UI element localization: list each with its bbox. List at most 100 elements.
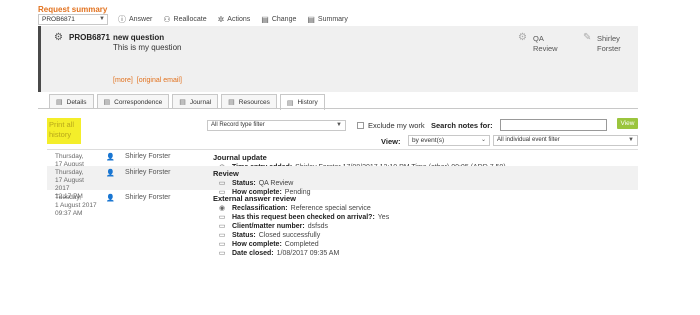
history-row: Tuesday, 1 August 2017 09:37 AM 👤 Shirley … bbox=[47, 191, 638, 315]
history-detail: ▭ How complete: Completed bbox=[217, 241, 319, 249]
field-icon: ▭ bbox=[218, 241, 226, 248]
view-label: View: bbox=[381, 137, 401, 146]
list-icon: ▤ bbox=[103, 99, 111, 106]
tab-label: Correspondence bbox=[114, 98, 163, 106]
exclude-my-work[interactable]: Exclude my work bbox=[357, 121, 425, 130]
view-button[interactable]: View bbox=[617, 118, 638, 129]
request-select-value: PROB6871 bbox=[42, 16, 75, 23]
toolbar-label: Change bbox=[271, 16, 297, 23]
history-detail-label: Reclassification: bbox=[232, 205, 288, 212]
actions-button[interactable]: ✲ Actions bbox=[217, 14, 251, 24]
field-icon: ▭ bbox=[218, 214, 226, 221]
request-assignee: Shirley Forster bbox=[597, 34, 621, 53]
history-detail-value: QA Review bbox=[258, 180, 294, 187]
location-icon: ◉ bbox=[218, 205, 226, 212]
history-detail-label: Client/matter number: bbox=[232, 223, 305, 230]
field-icon: ▭ bbox=[218, 232, 226, 239]
user-icon: 👤 bbox=[106, 195, 115, 202]
tab-label: History bbox=[297, 99, 318, 106]
history-detail-value: Yes bbox=[377, 214, 390, 221]
original-email-link[interactable]: [original email] bbox=[137, 77, 182, 84]
summary-icon: ▤ bbox=[307, 14, 315, 24]
history-detail-label: Status: bbox=[232, 232, 256, 239]
answer-button[interactable]: ⓘ Answer bbox=[118, 14, 153, 24]
reallocate-icon: ⚇ bbox=[163, 14, 171, 24]
history-row: Thursday, 17 August 2017 12:17 PM 👤 Shirle… bbox=[47, 166, 638, 200]
history-event-title: Journal update bbox=[213, 153, 267, 162]
search-notes-input[interactable] bbox=[500, 119, 607, 131]
history-detail-value: 1/08/2017 09:35 AM bbox=[276, 250, 340, 257]
request-title: new question bbox=[113, 33, 165, 42]
history-row: Thursday, 17 August 2017 12:18 PM👤Shirle… bbox=[47, 150, 638, 184]
field-icon: ▭ bbox=[218, 223, 226, 230]
tab-label: Journal bbox=[189, 98, 212, 106]
record-type-filter[interactable]: All Record type filter ▼ bbox=[207, 120, 346, 131]
request-description: This is my question bbox=[113, 43, 182, 52]
request-id: PROB6871 bbox=[69, 33, 110, 42]
tab-details[interactable]: ▤ Details bbox=[49, 94, 94, 109]
tab-resources[interactable]: ▤ Resources bbox=[221, 94, 277, 109]
tab-label: Resources bbox=[238, 98, 270, 106]
history-user: Shirley Forster bbox=[125, 153, 171, 160]
view-select-value: by event(s) bbox=[412, 137, 445, 144]
gear-icon: ⚙ bbox=[54, 32, 63, 43]
history-detail-value: Reference special service bbox=[290, 205, 371, 212]
history-user: Shirley Forster bbox=[125, 194, 171, 201]
chevron-down-icon: ▼ bbox=[336, 122, 342, 128]
history-detail-label: Date closed: bbox=[232, 250, 274, 257]
summary-links: [more] [original email] bbox=[113, 77, 184, 84]
toolbar-label: Reallocate bbox=[173, 16, 207, 23]
list-icon: ▤ bbox=[228, 99, 235, 106]
history-detail: ▭ Status: QA Review bbox=[217, 180, 294, 188]
user-icon: 👤 bbox=[106, 170, 115, 177]
event-filter-select[interactable]: All individual event filter ▼ bbox=[493, 135, 638, 146]
history-detail: ◉ Reclassification: Reference special serv… bbox=[217, 205, 371, 213]
field-icon: ▭ bbox=[218, 250, 226, 257]
tab-journal[interactable]: ▤ Journal bbox=[172, 94, 219, 109]
toolbar-label: Summary bbox=[317, 16, 348, 23]
summary-button[interactable]: ▤ Summary bbox=[307, 14, 348, 24]
request-summary-panel: ⚙ PROB6871 new question This is my quest… bbox=[38, 26, 638, 92]
history-event-title: External answer review bbox=[213, 194, 296, 203]
tabs-divider bbox=[38, 108, 638, 109]
tab-bar: ▤ Details ▤ Correspondence ▤ Journal ▤ Resource… bbox=[49, 94, 328, 110]
toolbar-label: Actions bbox=[227, 16, 251, 23]
answer-icon: ⓘ bbox=[118, 14, 126, 24]
tab-correspondence[interactable]: ▤ Correspondence bbox=[96, 94, 170, 109]
chevron-down-icon: ▼ bbox=[628, 137, 634, 143]
change-icon: ▤ bbox=[261, 14, 269, 24]
request-status: QA Review bbox=[533, 34, 558, 53]
change-button[interactable]: ▤ Change bbox=[261, 14, 297, 24]
history-detail: ▭ Status: Closed successfully bbox=[217, 232, 321, 240]
toolbar-label: Answer bbox=[129, 16, 153, 23]
reallocate-button[interactable]: ⚇ Reallocate bbox=[163, 14, 207, 24]
user-icon: 👤 bbox=[106, 154, 115, 161]
exclude-my-work-checkbox[interactable] bbox=[357, 122, 364, 129]
history-detail: ▭ Client/matter number: dsfsds bbox=[217, 223, 328, 231]
assignee-icon: ✎ bbox=[583, 32, 592, 43]
request-summary-title: Request summary bbox=[38, 5, 108, 14]
request-select[interactable]: PROB6871 ▼ bbox=[38, 14, 108, 25]
toolbar: ⓘ Answer ⚇ Reallocate ✲ Actions ▤ Change ▤ Summar… bbox=[118, 14, 359, 25]
more-link[interactable]: [more] bbox=[113, 77, 133, 84]
view-select[interactable]: by event(s) ⌄ bbox=[408, 135, 490, 146]
history-detail-label: How complete: bbox=[232, 241, 282, 248]
record-type-filter-value: All Record type filter bbox=[211, 122, 265, 128]
history-detail-label: Status: bbox=[232, 180, 256, 187]
status-gear-icon: ⚙ bbox=[518, 32, 527, 43]
history-detail-value: dsfsds bbox=[307, 223, 328, 230]
list-icon: ▤ bbox=[179, 99, 186, 106]
tab-label: Details bbox=[66, 98, 87, 106]
history-user: Shirley Forster bbox=[125, 169, 171, 176]
field-icon: ▭ bbox=[218, 180, 226, 187]
history-detail: ▭ Date closed: 1/08/2017 09:35 AM bbox=[217, 250, 340, 258]
list-icon: ▤ bbox=[286, 99, 294, 107]
actions-icon: ✲ bbox=[217, 14, 225, 24]
chevron-down-icon: ⌄ bbox=[480, 137, 486, 143]
print-all-history-link[interactable]: Print all history bbox=[47, 118, 81, 144]
exclude-my-work-label: Exclude my work bbox=[368, 121, 425, 130]
list-icon: ▤ bbox=[56, 99, 63, 106]
history-detail-label: Has this request been checked on arrival… bbox=[232, 214, 375, 221]
chevron-down-icon: ▼ bbox=[99, 16, 105, 22]
history-detail: ▭ Has this request been checked on arriva… bbox=[217, 214, 390, 222]
